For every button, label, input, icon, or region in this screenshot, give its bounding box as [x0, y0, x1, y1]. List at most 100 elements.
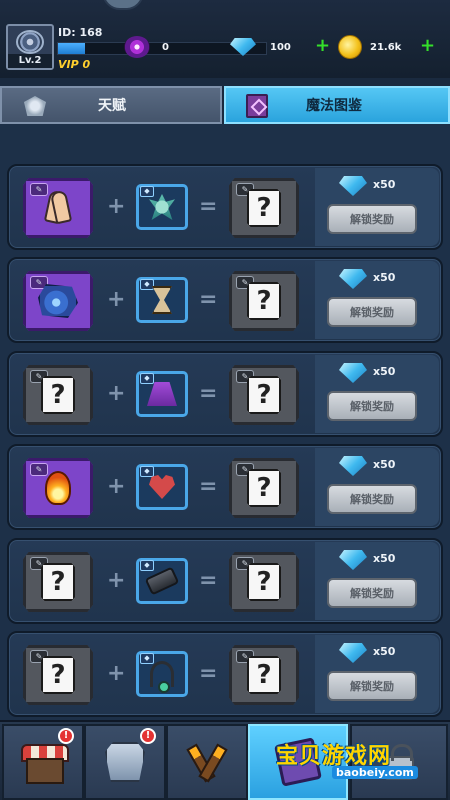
output-slot[interactable]: ✎ ? — [229, 458, 299, 518]
purple-eye-icon — [124, 36, 150, 58]
recipe-row: ✎ ? + ◆ = ✎ ? x50 解锁奖励 — [7, 631, 443, 717]
question-mark-icon: ? — [41, 376, 75, 414]
ingredient-slot[interactable]: ◆ — [136, 558, 188, 604]
reward-panel: x50 解锁奖励 — [315, 635, 439, 713]
talent-stone-icon — [24, 96, 46, 116]
ingredient-slot[interactable]: ◆ — [136, 371, 188, 417]
site-watermark: 宝贝游戏网 baobeiy.com — [276, 738, 446, 798]
output-slot[interactable]: ✎ ? — [229, 271, 299, 331]
result-slot[interactable]: ✎ — [23, 458, 93, 518]
recipe-row: ✎ ? + ◆ = ✎ ? x50 解锁奖励 — [7, 351, 443, 437]
reward-amount: x50 — [373, 365, 396, 378]
top-emblem-icon — [102, 0, 144, 10]
top-hud: Lv.2 ID: 168 VIP 0 0 100 + 21.6k + — [0, 0, 450, 78]
nav-shop[interactable]: ! — [2, 724, 84, 800]
gem-icon — [230, 38, 256, 56]
ingredient-slot[interactable]: ◆ — [136, 651, 188, 697]
question-mark-icon: ? — [247, 189, 281, 227]
ingredient-badge-icon: ◆ — [140, 373, 154, 384]
unlock-reward-button[interactable]: 解锁奖励 — [327, 578, 417, 608]
result-slot[interactable]: ✎ — [23, 271, 93, 331]
equals-sign: = — [199, 661, 218, 686]
add-coins-button[interactable]: + — [420, 37, 435, 55]
alert-badge: ! — [58, 728, 74, 744]
reward-amount: x50 — [373, 552, 396, 565]
hourglass-icon — [152, 286, 172, 314]
plus-sign: + — [107, 194, 126, 219]
result-slot[interactable]: ✎ ? — [23, 645, 93, 705]
reward-amount: x50 — [373, 178, 396, 191]
recipe-row: ✎ + ◆ = ✎ ? x50 解锁奖励 — [7, 164, 443, 250]
ingredient-slot[interactable]: ◆ — [136, 464, 188, 510]
eye-avatar-icon — [16, 30, 44, 54]
plus-sign: + — [107, 568, 126, 593]
result-slot[interactable]: ✎ — [23, 178, 93, 238]
nav-battle[interactable] — [166, 724, 248, 800]
question-mark-icon: ? — [247, 376, 281, 414]
eye-currency: 0 — [124, 36, 169, 58]
coral-icon — [149, 194, 175, 220]
purple-skirt-icon — [147, 382, 177, 406]
tab-magic-codex-label: 魔法图鉴 — [306, 98, 362, 114]
player-id: ID: 168 — [58, 26, 103, 39]
ingredient-badge-icon: ◆ — [140, 466, 154, 477]
coin-icon — [338, 35, 362, 59]
unlock-reward-button[interactable]: 解锁奖励 — [327, 484, 417, 514]
gem-icon — [339, 269, 367, 289]
xp-bar-fill — [58, 43, 86, 54]
result-slot[interactable]: ✎ ? — [23, 365, 93, 425]
gem-icon — [339, 456, 367, 476]
unlock-reward-button[interactable]: 解锁奖励 — [327, 391, 417, 421]
result-slot[interactable]: ✎ ? — [23, 552, 93, 612]
output-slot[interactable]: ✎ ? — [229, 178, 299, 238]
unlock-reward-button[interactable]: 解锁奖励 — [327, 297, 417, 327]
recipe-list[interactable]: ✎ + ◆ = ✎ ? x50 解锁奖励 ✎ + ◆ = ✎ ? x50 解锁奖… — [0, 124, 450, 720]
coin-currency: 21.6k — [338, 35, 402, 59]
player-avatar[interactable]: Lv.2 — [6, 24, 54, 70]
heart-icon — [149, 475, 175, 499]
scroll-badge-icon: ✎ — [30, 463, 48, 476]
nav-equipment[interactable]: ! — [84, 724, 166, 800]
alert-badge: ! — [140, 728, 156, 744]
armor-icon — [105, 742, 145, 782]
gem-currency-value: 100 — [270, 41, 291, 53]
gem-icon — [339, 176, 367, 196]
unlock-reward-button[interactable]: 解锁奖励 — [327, 204, 417, 234]
ingredient-slot[interactable]: ◆ — [136, 277, 188, 323]
torch-icon — [185, 742, 229, 782]
praying-hands-icon — [42, 193, 74, 223]
shop-icon — [21, 744, 69, 784]
tab-talent-label: 天赋 — [98, 98, 126, 114]
reward-amount: x50 — [373, 271, 396, 284]
question-mark-icon: ? — [41, 656, 75, 694]
output-slot[interactable]: ✎ ? — [229, 365, 299, 425]
gem-icon — [339, 643, 367, 663]
question-mark-icon: ? — [247, 282, 281, 320]
player-level: Lv.2 — [8, 54, 52, 68]
tab-magic-codex[interactable]: 魔法图鉴 — [224, 86, 450, 124]
reward-panel: x50 解锁奖励 — [315, 261, 439, 339]
spellbook-icon — [246, 94, 268, 118]
question-mark-icon: ? — [247, 469, 281, 507]
question-mark-icon: ? — [41, 563, 75, 601]
ingredient-badge-icon: ◆ — [140, 560, 154, 571]
coin-currency-value: 21.6k — [370, 41, 402, 53]
plus-sign: + — [107, 381, 126, 406]
tab-talent[interactable]: 天赋 — [0, 86, 222, 124]
ingredient-slot[interactable]: ◆ — [136, 184, 188, 230]
add-gems-button[interactable]: + — [315, 37, 330, 55]
gem-currency: 100 — [230, 36, 291, 58]
ingredient-badge-icon: ◆ — [140, 279, 154, 290]
blue-rock-icon — [38, 284, 78, 318]
question-mark-icon: ? — [247, 563, 281, 601]
plus-sign: + — [107, 287, 126, 312]
recipe-row: ✎ ? + ◆ = ✎ ? x50 解锁奖励 — [7, 538, 443, 624]
amulet-icon — [150, 661, 174, 693]
recipe-row: ✎ + ◆ = ✎ ? x50 解锁奖励 — [7, 444, 443, 530]
unlock-reward-button[interactable]: 解锁奖励 — [327, 671, 417, 701]
output-slot[interactable]: ✎ ? — [229, 645, 299, 705]
vip-badge[interactable]: VIP 0 — [58, 58, 90, 71]
output-slot[interactable]: ✎ ? — [229, 552, 299, 612]
eye-currency-value: 0 — [162, 41, 169, 53]
equals-sign: = — [199, 194, 218, 219]
